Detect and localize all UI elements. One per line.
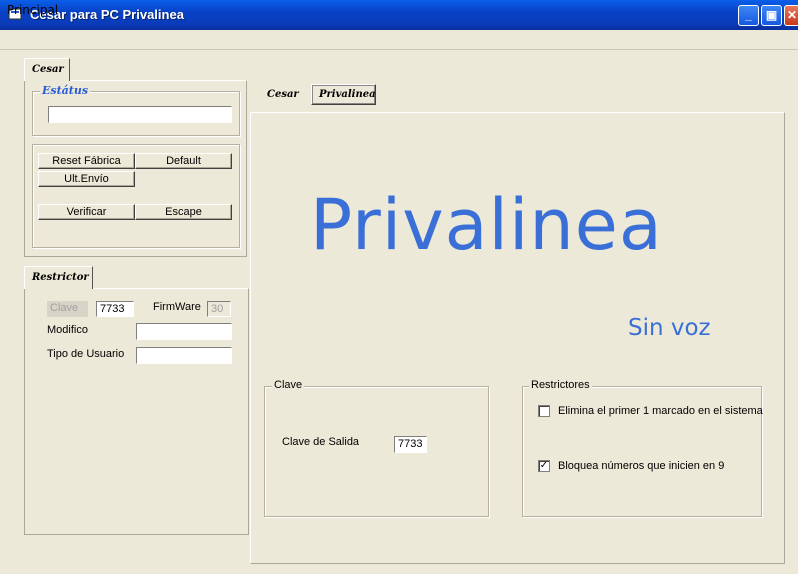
tab-cesar-right[interactable]: Cesar xyxy=(252,84,308,106)
verificar-button[interactable]: Verificar xyxy=(38,204,135,220)
tab-privalinea[interactable]: Privalinea xyxy=(311,84,376,105)
escape-button[interactable]: Escape xyxy=(135,204,232,220)
modifico-field[interactable] xyxy=(136,323,232,340)
ult-envio-button[interactable]: Ult.Envío xyxy=(38,171,135,187)
tab-restrictor[interactable]: Restrictor xyxy=(24,266,93,289)
tipo-usuario-field[interactable] xyxy=(136,347,232,364)
maximize-icon[interactable]: ▣ xyxy=(761,5,782,26)
opt2-label: Bloquea números que inicien en 9 xyxy=(558,460,725,472)
menu-principal[interactable]: Principal xyxy=(7,3,58,17)
restrictores-group-label: Restrictores xyxy=(529,379,592,391)
clave-label: Clave xyxy=(47,301,88,317)
clave-group-label: Clave xyxy=(272,379,305,391)
menu-bar xyxy=(0,30,798,50)
default-button[interactable]: Default xyxy=(135,153,232,169)
clave-field[interactable]: 7733 xyxy=(96,301,134,317)
brand-title: Privalinea xyxy=(310,184,663,266)
clave-group xyxy=(264,386,489,517)
tipo-usuario-label: Tipo de Usuario xyxy=(47,348,125,360)
firmware-field: 30 xyxy=(207,301,231,317)
firmware-label: FirmWare xyxy=(153,301,201,313)
close-icon[interactable]: ✕ xyxy=(784,5,798,26)
subtitle: Sin voz xyxy=(628,315,711,341)
clave-salida-field[interactable]: 7733 xyxy=(394,436,427,453)
reset-fabrica-button[interactable]: Reset Fábrica xyxy=(38,153,135,169)
clave-salida-label: Clave de Salida xyxy=(282,436,360,448)
estatus-label: Estátus xyxy=(40,84,91,97)
minimize-icon[interactable]: _ xyxy=(738,5,759,26)
opt1-checkbox[interactable] xyxy=(538,405,550,417)
opt2-checkbox[interactable]: ✓ xyxy=(538,460,550,472)
opt1-label: Elimina el primer 1 marcado en el sistem… xyxy=(558,405,763,417)
modifico-label: Modifico xyxy=(47,324,88,336)
estatus-field[interactable] xyxy=(48,106,232,123)
tab-cesar-left[interactable]: Cesar xyxy=(24,58,70,81)
